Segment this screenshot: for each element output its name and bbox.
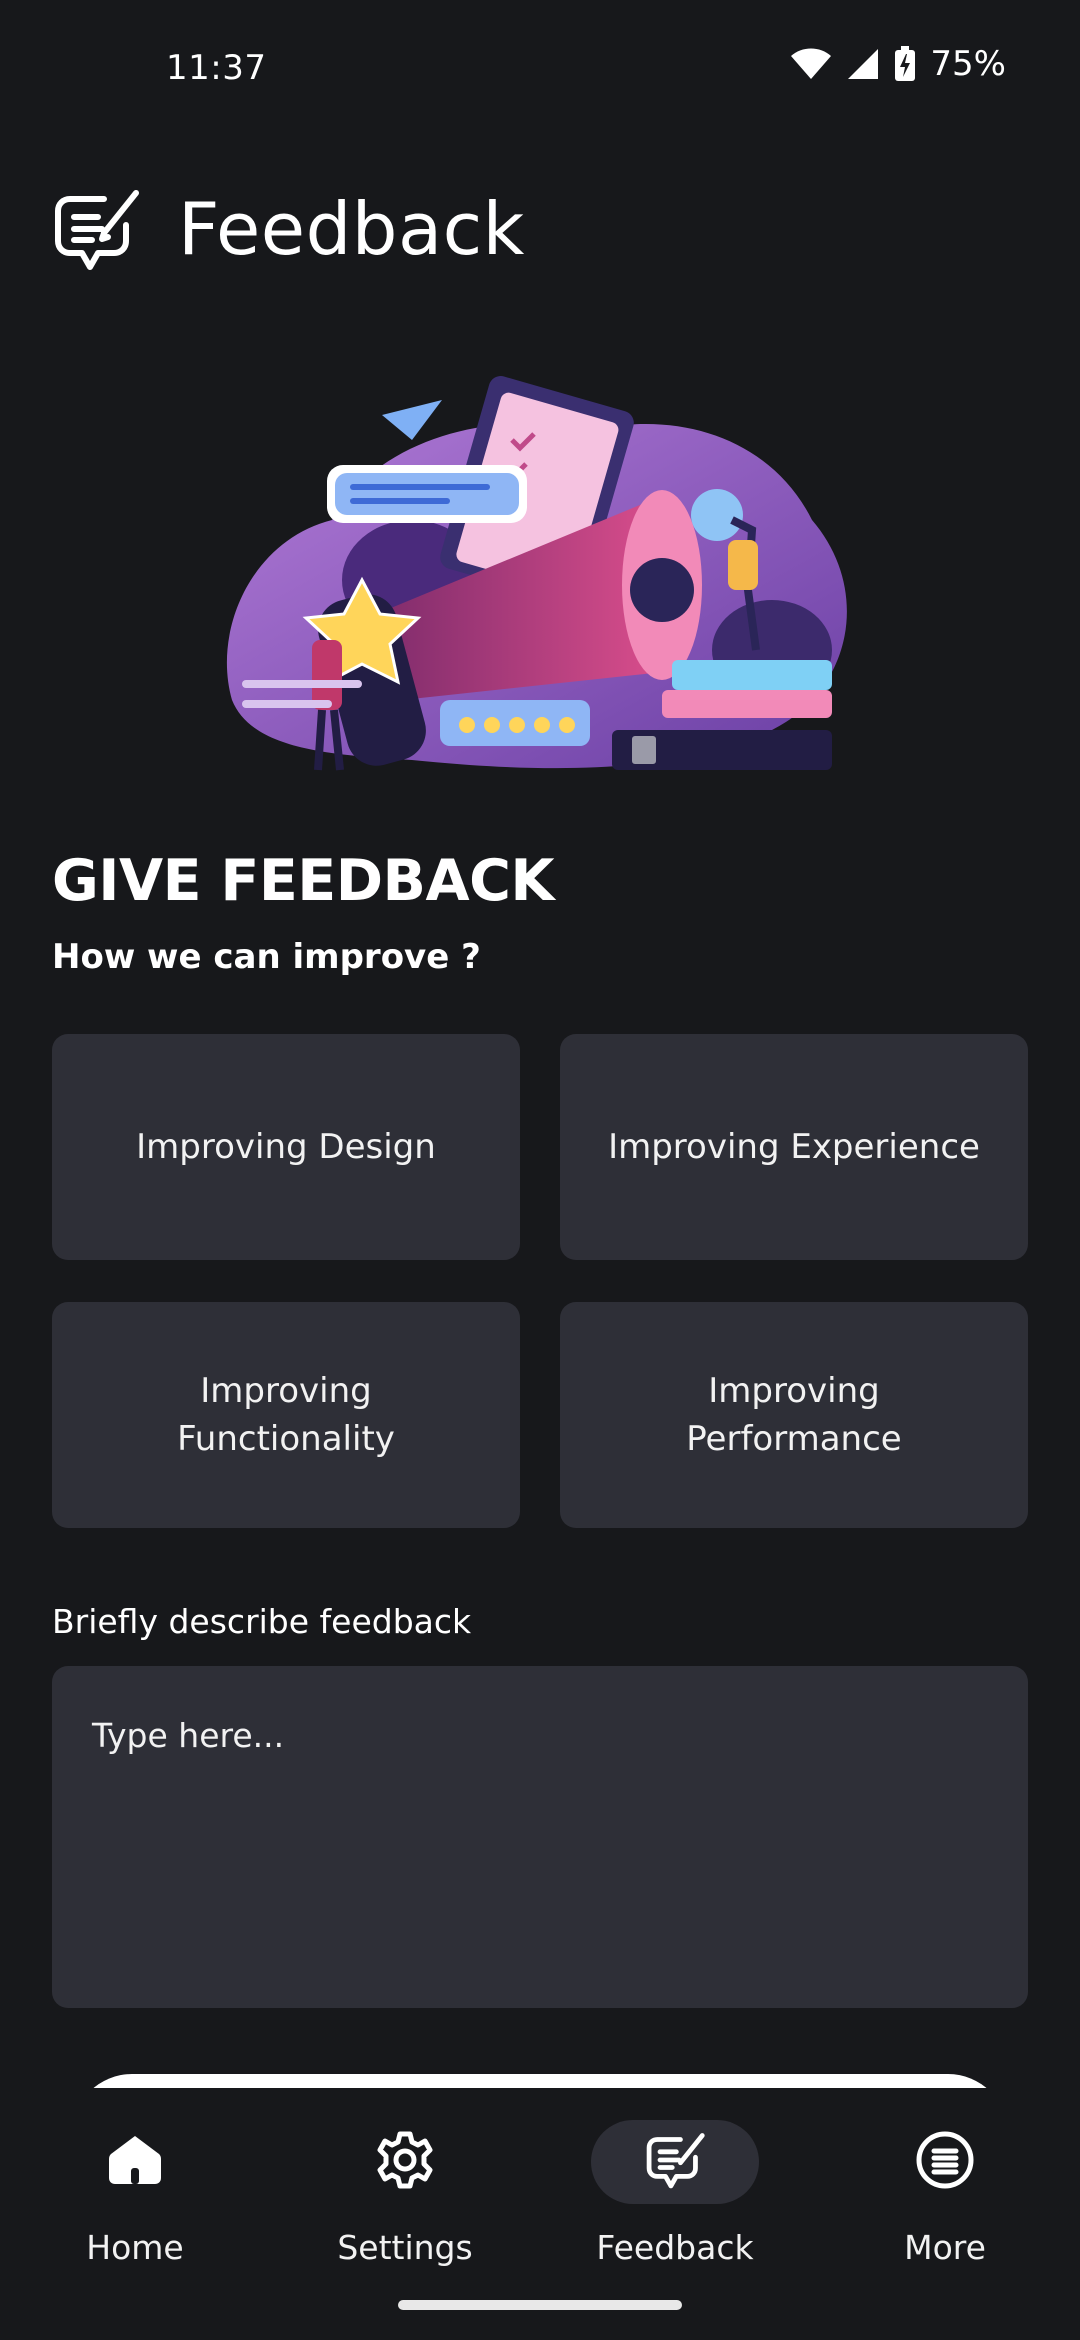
home-icon [107, 2134, 163, 2190]
description-input[interactable] [52, 1666, 1028, 2008]
home-indicator[interactable] [398, 2300, 682, 2310]
option-improving-performance[interactable]: Improving Performance [560, 1302, 1028, 1528]
nav-icon-wrap-settings [321, 2120, 489, 2204]
option-improving-experience[interactable]: Improving Experience [560, 1034, 1028, 1260]
battery-charging-icon [894, 46, 916, 82]
signal-icon [846, 47, 880, 81]
status-icons: 75% [790, 44, 1006, 84]
nav-icon-wrap-feedback [591, 2120, 759, 2204]
section-title: GIVE FEEDBACK [52, 848, 555, 914]
status-bar: 11:37 75% [0, 0, 1080, 140]
feedback-edit-icon [645, 2130, 705, 2194]
gear-icon [375, 2130, 435, 2194]
description-label: Briefly describe feedback [52, 1602, 472, 1641]
feedback-edit-icon [52, 185, 140, 273]
feedback-illustration [212, 370, 878, 780]
nav-label-feedback: Feedback [596, 2228, 754, 2267]
status-time: 11:37 [166, 48, 267, 88]
nav-label-more: More [904, 2228, 986, 2267]
nav-item-feedback[interactable]: Feedback [540, 2120, 810, 2267]
option-improving-design[interactable]: Improving Design [52, 1034, 520, 1260]
section-subtitle: How we can improve ? [52, 937, 481, 977]
page-header: Feedback [52, 185, 525, 273]
description-box [52, 1666, 1028, 2008]
nav-item-home[interactable]: Home [0, 2120, 270, 2267]
nav-icon-wrap-more [861, 2120, 1029, 2204]
feedback-options-grid: Improving Design Improving Experience Im… [52, 1034, 1028, 1528]
nav-item-settings[interactable]: Settings [270, 2120, 540, 2267]
battery-percent: 75% [930, 44, 1006, 84]
menu-circle-icon [915, 2130, 975, 2194]
page-title: Feedback [178, 187, 525, 271]
nav-label-home: Home [86, 2228, 184, 2267]
wifi-icon [790, 47, 832, 81]
nav-label-settings: Settings [337, 2228, 473, 2267]
option-improving-functionality[interactable]: Improving Functionality [52, 1302, 520, 1528]
feedback-screen: 11:37 75% Feedback GIVE FEEDBACK How we … [0, 0, 1080, 2340]
nav-icon-wrap-home [51, 2120, 219, 2204]
nav-item-more[interactable]: More [810, 2120, 1080, 2267]
